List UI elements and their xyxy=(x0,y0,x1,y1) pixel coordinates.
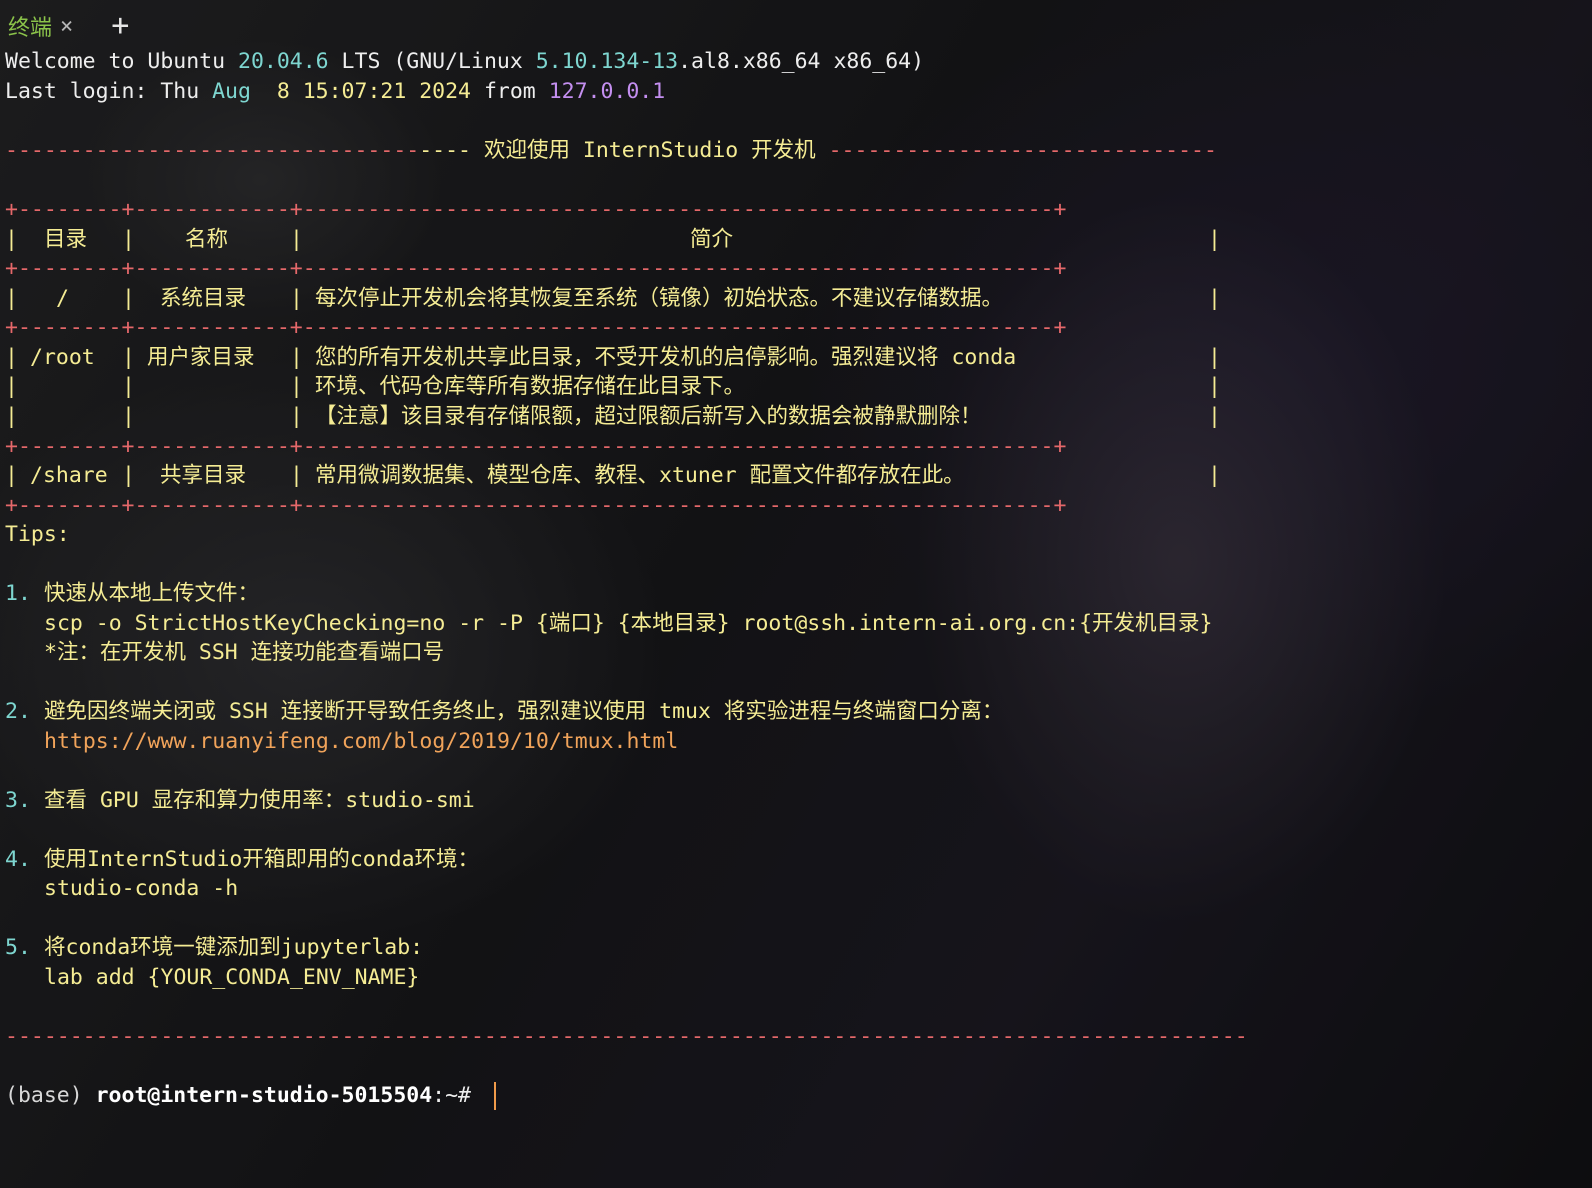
last-login-time: 8 15:07:21 2024 xyxy=(250,79,472,104)
table-pipe: | xyxy=(1208,463,1221,488)
table-cell-desc: 环境、代码仓库等所有数据存储在此目录下。 xyxy=(315,374,746,399)
tab-title[interactable]: 终端 xyxy=(8,10,52,42)
table-cell-dir: /share xyxy=(30,463,108,488)
footer-rule: ----------------------------------------… xyxy=(5,1024,1248,1049)
table-pipe: | xyxy=(290,227,303,252)
table-pipe: | xyxy=(5,227,18,252)
tab-bar: 终端 × + xyxy=(0,8,129,44)
table-cell-name: 共享目录 xyxy=(160,463,247,488)
table-pipe: | xyxy=(122,345,135,370)
prompt-path: :~# xyxy=(432,1083,484,1108)
table-border: +--------+------------+-----------------… xyxy=(5,493,1067,518)
table-pipe: | xyxy=(122,286,135,311)
banner-rule-right: ------------------------------ xyxy=(828,138,1217,163)
tip-note: *注：在开发机 SSH 连接功能查看端口号 xyxy=(44,640,445,665)
last-login-line: Last login: Thu Aug 8 15:07:21 2024 from… xyxy=(5,77,665,107)
banner-title: 欢迎使用 InternStudio 开发机 xyxy=(471,138,829,163)
table-pipe: | xyxy=(5,404,18,429)
last-login-month: Aug xyxy=(212,79,251,104)
tip-command: studio-conda -h xyxy=(44,876,239,901)
tip-command: lab add {YOUR_CONDA_ENV_NAME} xyxy=(44,965,420,990)
table-pipe: | xyxy=(290,374,303,399)
table-pipe: | xyxy=(1208,227,1221,252)
new-tab-icon[interactable]: + xyxy=(111,11,129,41)
ubuntu-version: 20.04.6 xyxy=(238,49,329,74)
table-pipe: | xyxy=(1208,374,1221,399)
table-pipe: | xyxy=(1208,345,1221,370)
table-border: +--------+------------+-----------------… xyxy=(5,256,1067,281)
tips-heading: Tips: xyxy=(5,522,70,547)
welcome-lts: LTS (GNU/Linux xyxy=(328,49,536,74)
tip-number: 2. xyxy=(5,699,31,724)
table-cell-dir: / xyxy=(56,286,69,311)
table-pipe: | xyxy=(5,374,18,399)
table-cell-desc: 【注意】该目录有存储限额，超过限额后新写入的数据会被静默删除！ xyxy=(315,404,982,429)
table-pipe: | xyxy=(290,463,303,488)
kernel-version: 5.10.134-13 xyxy=(535,49,679,74)
tip-text: 快速从本地上传文件： xyxy=(44,581,260,606)
tip-text: 避免因终端关闭或 SSH 连接断开导致任务终止，强烈建议使用 tmux 将实验进… xyxy=(44,699,1004,724)
table-pipe: | xyxy=(290,345,303,370)
table-header-desc: 简介 xyxy=(690,227,734,252)
tip-text: 将conda环境一键添加到jupyterlab: xyxy=(44,935,424,960)
table-pipe: | xyxy=(122,374,135,399)
welcome-arch: .al8.x86_64 x86_64) xyxy=(678,49,925,74)
banner-rule-left-end: ---- xyxy=(419,138,471,163)
tip-number: 5. xyxy=(5,935,31,960)
table-cell-desc: 常用微调数据集、模型仓库、教程、xtuner 配置文件都存放在此。 xyxy=(315,463,965,488)
banner-rule-left: -------------------------------- xyxy=(5,138,420,163)
table-pipe: | xyxy=(122,227,135,252)
table-pipe: | xyxy=(290,286,303,311)
table-pipe: | xyxy=(5,463,18,488)
table-pipe: | xyxy=(1208,286,1221,311)
last-login-ip: 127.0.0.1 xyxy=(548,79,666,104)
table-cell-name: 用户家目录 xyxy=(147,345,255,370)
last-login-prefix: Last login: Thu xyxy=(5,79,213,104)
terminal-window[interactable]: 终端 × + Welcome to Ubuntu 20.04.6 LTS (GN… xyxy=(0,0,1592,1188)
table-pipe: | xyxy=(5,345,18,370)
table-header-dir: 目录 xyxy=(44,227,88,252)
text-cursor xyxy=(493,1082,496,1110)
table-border: +--------+------------+-----------------… xyxy=(5,315,1067,340)
table-pipe: | xyxy=(122,463,135,488)
table-pipe: | xyxy=(290,404,303,429)
table-cell-name: 系统目录 xyxy=(160,286,247,311)
table-border: +--------+------------+-----------------… xyxy=(5,434,1067,459)
welcome-prefix: Welcome to Ubuntu xyxy=(5,49,238,74)
tip-number: 3. xyxy=(5,788,31,813)
tip-text: 使用InternStudio开箱即用的conda环境： xyxy=(44,847,480,872)
tip-command: scp -o StrictHostKeyChecking=no -r -P {端… xyxy=(44,611,1213,636)
table-pipe: | xyxy=(5,286,18,311)
table-cell-dir: /root xyxy=(30,345,95,370)
close-icon[interactable]: × xyxy=(60,14,73,39)
shell-prompt[interactable]: (base) root@intern-studio-5015504:~# xyxy=(5,1081,496,1111)
welcome-line: Welcome to Ubuntu 20.04.6 LTS (GNU/Linux… xyxy=(5,47,924,77)
tmux-link[interactable]: https://www.ruanyifeng.com/blog/2019/10/… xyxy=(44,727,678,757)
table-pipe: | xyxy=(1208,404,1221,429)
table-cell-desc: 每次停止开发机会将其恢复至系统（镜像）初始状态。不建议存储数据。 xyxy=(315,286,1004,311)
table-header-name: 名称 xyxy=(185,227,229,252)
table-pipe: | xyxy=(122,404,135,429)
prompt-env: (base) xyxy=(5,1083,96,1108)
prompt-user-host: root@intern-studio-5015504 xyxy=(95,1083,433,1108)
tip-number: 1. xyxy=(5,581,31,606)
table-cell-desc: 您的所有开发机共享此目录，不受开发机的启停影响。强烈建议将 conda xyxy=(315,345,1017,370)
table-border: +--------+------------+-----------------… xyxy=(5,197,1067,222)
last-login-from: from xyxy=(471,79,549,104)
tip-number: 4. xyxy=(5,847,31,872)
welcome-banner: ------------------------------------ 欢迎使… xyxy=(5,136,1217,166)
tip-text: 查看 GPU 显存和算力使用率：studio-smi xyxy=(44,788,475,813)
